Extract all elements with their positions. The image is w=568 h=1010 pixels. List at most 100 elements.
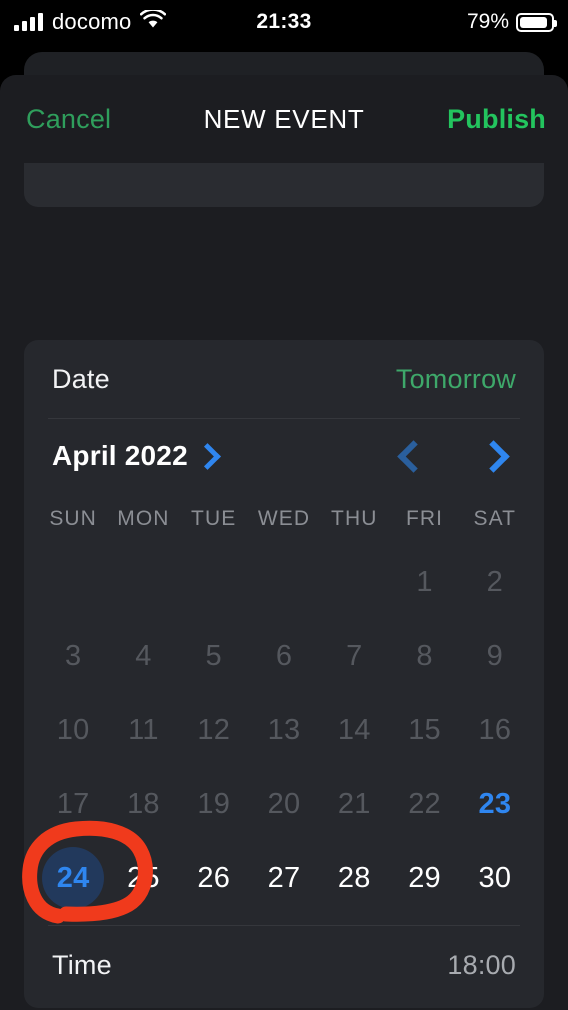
calendar-day-label: 30	[478, 861, 512, 894]
calendar-day-label: 21	[337, 787, 371, 820]
calendar-day-cell: 16	[460, 693, 530, 767]
phone-screen: docomo 21:33 79% Cancel NEW EVENT Publis…	[0, 0, 568, 1010]
calendar-day-cell: 17	[38, 767, 108, 841]
calendar-day-cell: 22	[389, 767, 459, 841]
calendar-day-cell: 10	[38, 693, 108, 767]
calendar-week-row: 10 11 12 13 14 15 16	[38, 693, 530, 767]
calendar-day-label: 22	[408, 787, 441, 820]
calendar-day-label: 29	[408, 861, 441, 894]
calendar-day-cell[interactable]: 30	[460, 841, 530, 915]
calendar-empty-cell	[179, 545, 249, 619]
weekday-cell: TUE	[179, 493, 249, 545]
sheet-navbar: Cancel NEW EVENT Publish	[0, 75, 568, 163]
calendar-day-label: 28	[337, 861, 371, 894]
next-month-button[interactable]	[476, 439, 510, 473]
calendar-day-label: 18	[127, 787, 160, 820]
calendar-day-cell: 18	[108, 767, 178, 841]
calendar-day-label: 27	[267, 861, 301, 894]
calendar-day-cell: 12	[179, 693, 249, 767]
battery-percent-label: 79%	[466, 10, 509, 33]
calendar-day-cell: 7	[319, 619, 389, 693]
calendar-day-label: 4	[135, 639, 152, 672]
calendar-day-cell: 13	[249, 693, 319, 767]
calendar-day-label: 24	[56, 861, 90, 894]
publish-button[interactable]: Publish	[447, 104, 546, 135]
month-nav	[396, 439, 516, 473]
weekday-cell: SAT	[460, 493, 530, 545]
calendar-day-cell: 5	[179, 619, 249, 693]
calendar-week-row: 3 4 5 6 7 8 9	[38, 619, 530, 693]
calendar-body: 1 2 3 4 5 6 7 8 9 10 11 12 13 14 15 16 17 18 19 20 21 22 23 24 2…	[38, 545, 530, 915]
calendar-day-label: 12	[197, 713, 231, 746]
time-value: 18:00	[447, 949, 516, 980]
calendar-day-label: 13	[267, 713, 301, 746]
calendar-day-label: 15	[408, 713, 441, 746]
weekday-header-row: SUN MON TUE WED THU FRI SAT	[38, 493, 530, 545]
calendar-day-label: 11	[128, 713, 159, 746]
weekday-label: SAT	[473, 507, 517, 530]
calendar-day-cell: 1	[389, 545, 459, 619]
weekday-label: TUE	[191, 507, 237, 530]
date-value: Tomorrow	[395, 363, 516, 394]
chevron-right-icon	[476, 439, 510, 473]
date-row[interactable]: Date Tomorrow	[24, 340, 544, 418]
date-label: Date	[52, 363, 110, 394]
calendar-day-cell: 21	[319, 767, 389, 841]
calendar-day-cell[interactable]: 26	[179, 841, 249, 915]
calendar-empty-cell	[108, 545, 178, 619]
date-card: Date Tomorrow April 2022 SUN MON TUE WED…	[24, 340, 544, 1008]
calendar-day-label: 2	[486, 565, 503, 598]
calendar-empty-cell	[319, 545, 389, 619]
weekday-label: MON	[117, 507, 170, 530]
calendar-day-label: 20	[267, 787, 301, 820]
calendar-day-cell: 3	[38, 619, 108, 693]
status-bar: docomo 21:33 79%	[0, 0, 568, 44]
chevron-right-icon	[193, 442, 221, 470]
calendar-day-label: 5	[205, 639, 222, 672]
calendar-day-label: 23	[478, 787, 512, 820]
calendar-day-cell: 19	[179, 767, 249, 841]
calendar-day-cell: 20	[249, 767, 319, 841]
weekday-cell: MON	[108, 493, 178, 545]
month-picker-button[interactable]: April 2022	[52, 440, 221, 472]
calendar-day-cell[interactable]: 23	[460, 767, 530, 841]
time-row[interactable]: Time 18:00	[24, 926, 544, 1004]
new-event-sheet: Cancel NEW EVENT Publish Date Tomorrow A…	[0, 75, 568, 1010]
calendar-day-cell: 2	[460, 545, 530, 619]
calendar-day-cell[interactable]: 28	[319, 841, 389, 915]
calendar-day-cell[interactable]: 27	[249, 841, 319, 915]
calendar-week-row: 24 25 26 27 28 29 30	[38, 841, 530, 915]
calendar-day-cell: 15	[389, 693, 459, 767]
calendar-day-cell[interactable]: 29	[389, 841, 459, 915]
weekday-label: THU	[331, 507, 378, 530]
calendar-week-row: 12	[38, 545, 530, 619]
calendar-day-cell: 8	[389, 619, 459, 693]
weekday-cell: WED	[249, 493, 319, 545]
chevron-left-icon	[396, 439, 430, 473]
calendar-day-cell: 11	[108, 693, 178, 767]
prev-month-button[interactable]	[396, 439, 430, 473]
weekday-label: WED	[257, 507, 311, 530]
battery-icon	[516, 12, 557, 32]
calendar-grid: SUN MON TUE WED THU FRI SAT 1 2 3 4 5 6 7 8 9 10 1…	[24, 493, 544, 925]
calendar-day-label: 26	[197, 861, 231, 894]
calendar-empty-cell	[249, 545, 319, 619]
weekday-label: SUN	[49, 507, 97, 530]
weekday-cell: THU	[319, 493, 389, 545]
calendar-day-label: 3	[64, 639, 82, 672]
calendar-day-cell: 6	[249, 619, 319, 693]
calendar-day-label: 9	[486, 639, 503, 672]
calendar-day-label: 7	[346, 639, 363, 672]
weekday-cell: FRI	[389, 493, 459, 545]
calendar-day-cell[interactable]: 24	[38, 841, 108, 915]
calendar-day-label: 17	[56, 787, 90, 820]
card-above-partial[interactable]	[24, 163, 544, 207]
calendar-day-cell: 14	[319, 693, 389, 767]
calendar-day-cell[interactable]: 25	[108, 841, 178, 915]
calendar-day-cell: 4	[108, 619, 178, 693]
calendar-day-label: 19	[197, 787, 231, 820]
calendar-day-label: 25	[127, 861, 160, 894]
weekday-cell: SUN	[38, 493, 108, 545]
calendar-day-cell: 9	[460, 619, 530, 693]
calendar-day-label: 6	[275, 639, 293, 672]
